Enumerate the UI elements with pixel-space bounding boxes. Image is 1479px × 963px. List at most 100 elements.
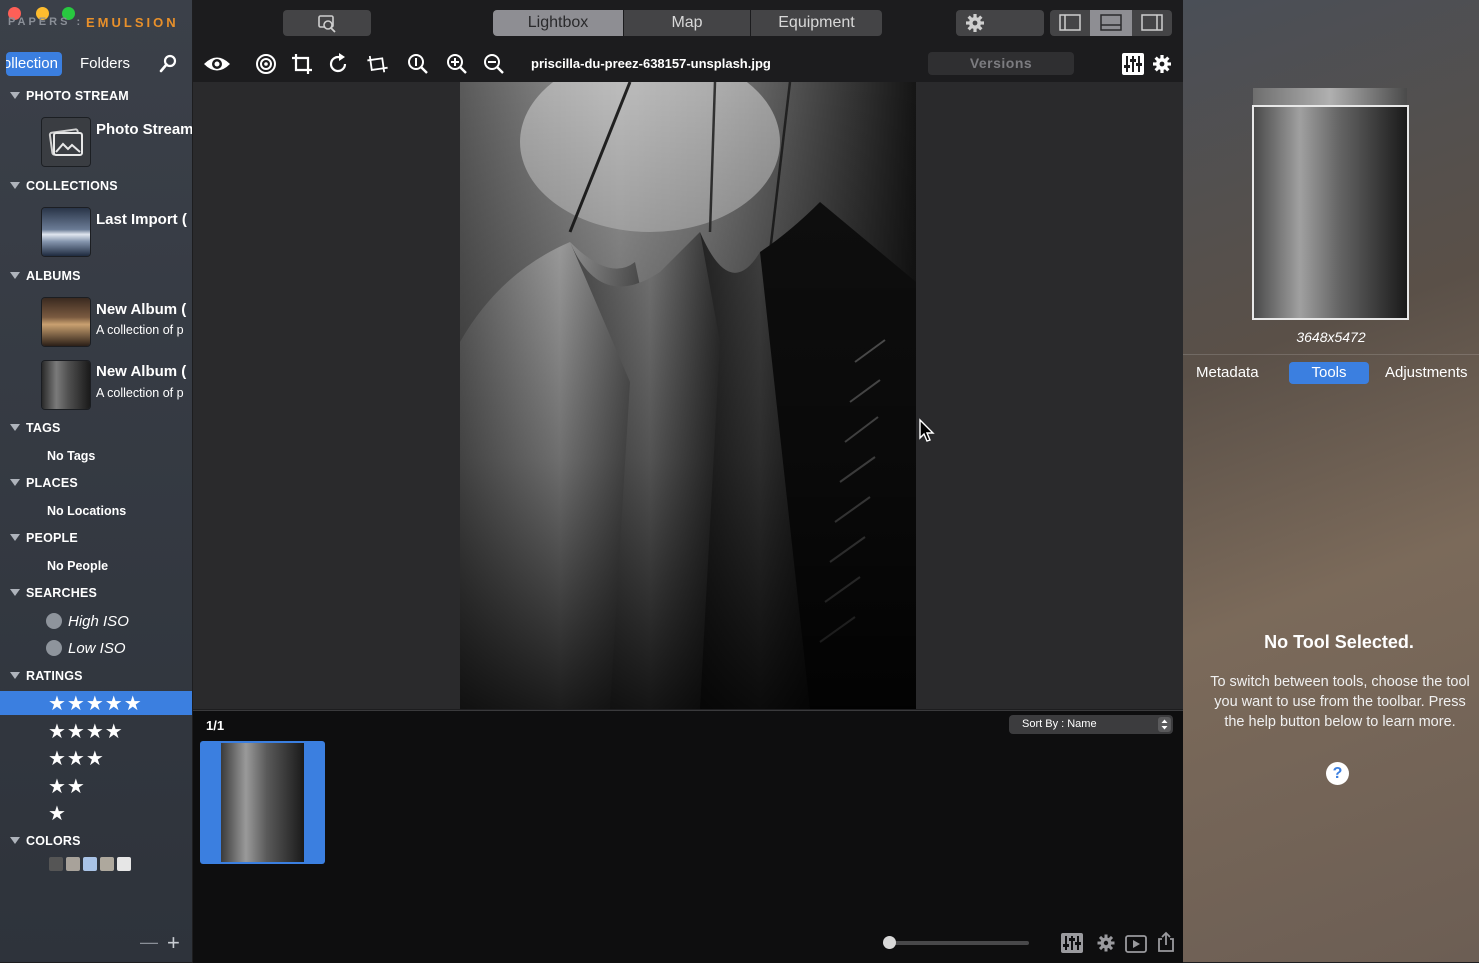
search-label: Low ISO <box>68 640 126 657</box>
last-import-thumbnail[interactable] <box>42 208 90 256</box>
zoom-out-icon[interactable] <box>482 52 506 76</box>
image-dimensions: 3648x5472 <box>1296 329 1366 345</box>
last-import-title[interactable]: Last Import ( <box>96 211 192 228</box>
smart-search-icon <box>46 640 62 656</box>
right-sidebar-toggle-icon[interactable] <box>1132 10 1172 36</box>
tab-map[interactable]: Map <box>624 10 750 36</box>
slideshow-play-icon[interactable] <box>1125 935 1147 953</box>
section-collections[interactable]: COLLECTIONS <box>10 179 118 193</box>
main-photo[interactable] <box>460 82 916 709</box>
inspector-divider <box>1183 354 1479 355</box>
people-empty: No People <box>47 559 109 573</box>
share-icon[interactable] <box>1157 931 1175 953</box>
album-2-title[interactable]: New Album ( <box>96 363 192 380</box>
smart-search-icon <box>46 613 62 629</box>
rating-3-stars[interactable]: ★★★ <box>48 748 105 770</box>
section-label: SEARCHES <box>26 586 98 600</box>
section-places[interactable]: PLACES <box>10 476 78 490</box>
sort-dropdown-label: Sort By : Name <box>1022 718 1097 730</box>
target-icon[interactable] <box>254 52 278 76</box>
import-icon <box>318 15 336 33</box>
tab-adjustments[interactable]: Adjustments <box>1385 362 1468 384</box>
versions-button[interactable]: Versions <box>928 52 1074 75</box>
remove-item-button[interactable]: — <box>140 932 158 953</box>
color-swatch-beige[interactable] <box>100 857 114 871</box>
sidebar: PAPERS : EMULSION Collection Folders PHO… <box>0 0 192 962</box>
rating-2-stars[interactable]: ★★ <box>48 776 86 798</box>
section-label: ALBUMS <box>26 269 81 283</box>
album-2-subtitle: A collection of p <box>96 386 184 400</box>
album-1-title[interactable]: New Album ( <box>96 301 192 318</box>
filmstrip-thumbnail-image <box>221 743 304 862</box>
tab-lightbox[interactable]: Lightbox <box>493 10 623 36</box>
rating-5-stars[interactable]: ★★★★★ <box>48 693 143 715</box>
rating-4-stars[interactable]: ★★★★ <box>48 721 124 743</box>
rotate-icon[interactable] <box>326 52 350 76</box>
section-photo-stream[interactable]: PHOTO STREAM <box>10 89 129 103</box>
zoom-actual-icon[interactable] <box>406 52 430 76</box>
inspector-preview-image <box>1252 105 1409 320</box>
tab-tools[interactable]: Tools <box>1289 362 1369 384</box>
tab-folders[interactable]: Folders <box>80 52 130 76</box>
section-label: RATINGS <box>26 669 83 683</box>
left-sidebar-toggle-icon[interactable] <box>1050 10 1090 36</box>
color-swatch-blue[interactable] <box>83 857 97 871</box>
photo-count: 1/1 <box>206 718 225 733</box>
crop-icon[interactable] <box>290 52 314 76</box>
rating-1-star[interactable]: ★ <box>48 803 67 825</box>
tab-collection-label: Collection <box>6 55 58 72</box>
gear-icon[interactable] <box>1152 52 1172 76</box>
search-icon[interactable] <box>158 54 178 74</box>
import-button[interactable] <box>283 10 371 36</box>
section-label: PLACES <box>26 476 78 490</box>
search-low-iso[interactable]: Low ISO <box>46 640 126 657</box>
gear-icon[interactable] <box>1096 933 1116 953</box>
places-empty: No Locations <box>47 504 127 518</box>
section-people[interactable]: PEOPLE <box>10 531 78 545</box>
straighten-icon[interactable] <box>366 52 390 76</box>
add-item-button[interactable]: + <box>167 930 180 956</box>
brand-prefix: PAPERS : <box>8 16 84 28</box>
section-label: TAGS <box>26 421 61 435</box>
section-tags[interactable]: TAGS <box>10 421 61 435</box>
color-swatch-gray[interactable] <box>49 857 63 871</box>
photo-image <box>460 82 916 709</box>
adjust-sliders-icon[interactable] <box>1061 933 1083 953</box>
photos-icon <box>42 118 90 166</box>
bottom-panel-toggle-icon[interactable] <box>1090 10 1132 36</box>
section-ratings[interactable]: RATINGS <box>10 669 83 683</box>
section-label: COLORS <box>26 834 81 848</box>
filename-label: priscilla-du-preez-638157-unsplash.jpg <box>531 56 771 71</box>
filmstrip-thumbnail-selected[interactable] <box>200 741 325 864</box>
slider-knob[interactable] <box>882 936 896 949</box>
tab-metadata[interactable]: Metadata <box>1196 362 1259 384</box>
chevron-updown-icon <box>1158 717 1171 732</box>
sort-dropdown[interactable]: Sort By : Name <box>1009 715 1173 734</box>
filmstrip <box>193 710 1183 963</box>
tab-equipment[interactable]: Equipment <box>751 10 882 36</box>
section-searches[interactable]: SEARCHES <box>10 586 97 600</box>
thumbnail-size-slider[interactable] <box>883 941 1029 945</box>
no-tool-title: No Tool Selected. <box>1264 632 1414 652</box>
settings-button[interactable] <box>956 10 1044 36</box>
no-tool-help-text: To switch between tools, choose the tool… <box>1210 674 1470 730</box>
brand-name: EMULSION <box>86 15 179 30</box>
photo-stream-title[interactable]: Photo Stream <box>96 121 192 138</box>
color-swatch-white[interactable] <box>117 857 131 871</box>
section-colors[interactable]: COLORS <box>10 834 81 848</box>
section-label: COLLECTIONS <box>26 179 118 193</box>
eye-icon[interactable] <box>203 52 231 76</box>
photo-stream-thumbnail[interactable] <box>42 118 90 166</box>
section-label: PEOPLE <box>26 531 78 545</box>
search-high-iso[interactable]: High ISO <box>46 613 129 630</box>
album-1-subtitle: A collection of p <box>96 323 184 337</box>
help-button[interactable]: ? <box>1326 762 1349 785</box>
section-albums[interactable]: ALBUMS <box>10 269 81 283</box>
zoom-in-icon[interactable] <box>445 52 469 76</box>
color-swatch-taupe[interactable] <box>66 857 80 871</box>
search-label: High ISO <box>68 613 129 630</box>
album-2-thumbnail[interactable] <box>42 361 90 409</box>
album-1-thumbnail[interactable] <box>42 298 90 346</box>
tab-collection[interactable]: Collection <box>6 52 62 76</box>
adjust-sliders-icon[interactable] <box>1121 52 1145 76</box>
